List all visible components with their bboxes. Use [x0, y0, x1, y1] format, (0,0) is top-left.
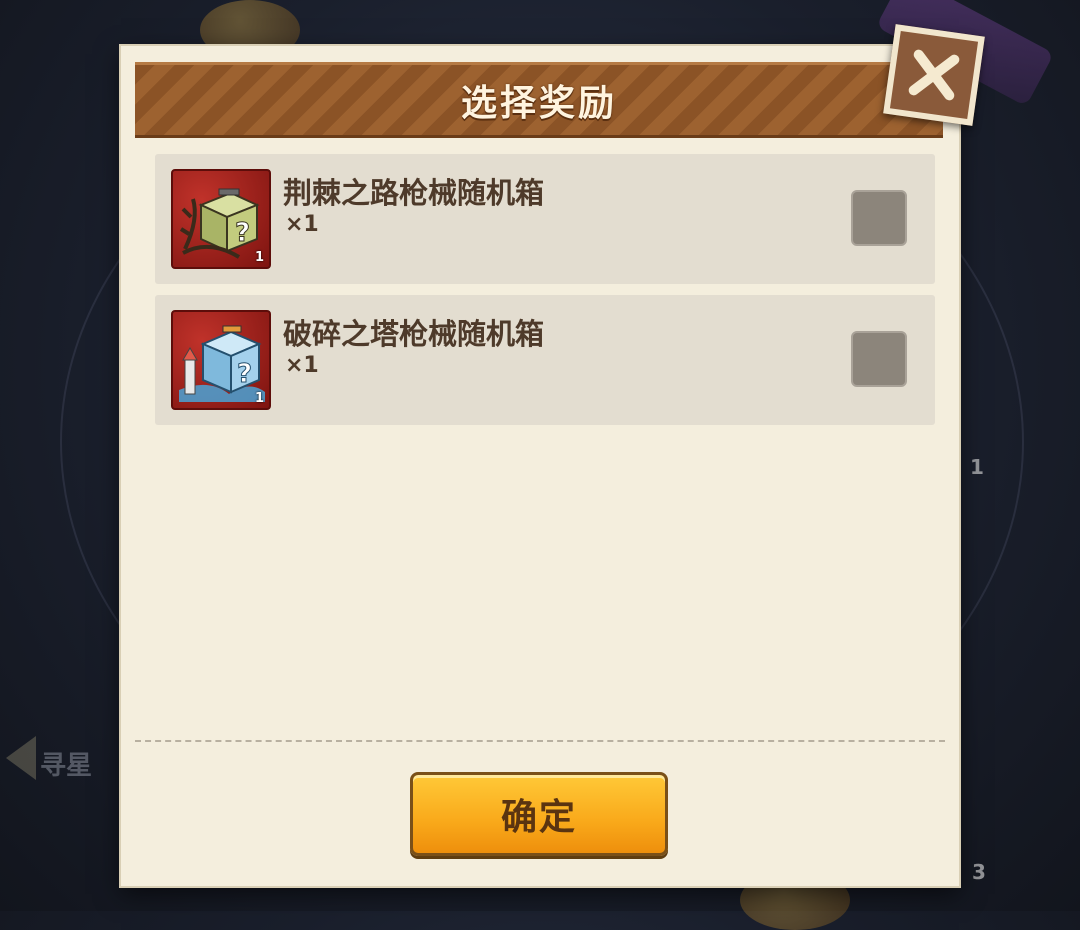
background-side-label: 寻星	[40, 751, 93, 781]
item-quantity: ×1	[285, 212, 319, 237]
thorn-mystery-box-icon: ? 1	[171, 169, 271, 269]
dialog-title: 选择奖励	[460, 83, 617, 124]
reward-item[interactable]: ? 1 荆棘之路枪械随机箱 ×1	[155, 154, 935, 284]
close-x-icon	[908, 49, 960, 101]
svg-text:?: ?	[235, 218, 250, 248]
reward-selection-dialog: 选择奖励 ? 1 荆棘之路枪械随机箱 ×1 ? 1 破碎之塔枪械随机箱 ×1 确…	[121, 46, 959, 886]
back-arrow-icon[interactable]	[6, 736, 36, 780]
item-quantity: ×1	[285, 353, 319, 378]
close-button[interactable]	[883, 24, 985, 126]
item-checkbox[interactable]	[851, 190, 907, 246]
dialog-header: 选择奖励	[135, 62, 943, 138]
item-badge-count: 1	[254, 250, 264, 265]
background-badge: 1	[970, 455, 984, 479]
svg-text:?: ?	[237, 359, 252, 389]
tower-mystery-box-icon: ? 1	[171, 310, 271, 410]
item-name: 荆棘之路枪械随机箱	[283, 176, 545, 210]
background-badge: 3	[972, 860, 986, 884]
item-checkbox[interactable]	[851, 331, 907, 387]
confirm-button-label: 确定	[500, 797, 577, 838]
item-name: 破碎之塔枪械随机箱	[283, 317, 545, 351]
reward-item[interactable]: ? 1 破碎之塔枪械随机箱 ×1	[155, 295, 935, 425]
item-badge-count: 1	[254, 391, 264, 406]
dashed-divider	[135, 740, 945, 742]
confirm-button[interactable]: 确定	[410, 772, 668, 856]
reward-list: ? 1 荆棘之路枪械随机箱 ×1 ? 1 破碎之塔枪械随机箱 ×1	[155, 154, 935, 436]
